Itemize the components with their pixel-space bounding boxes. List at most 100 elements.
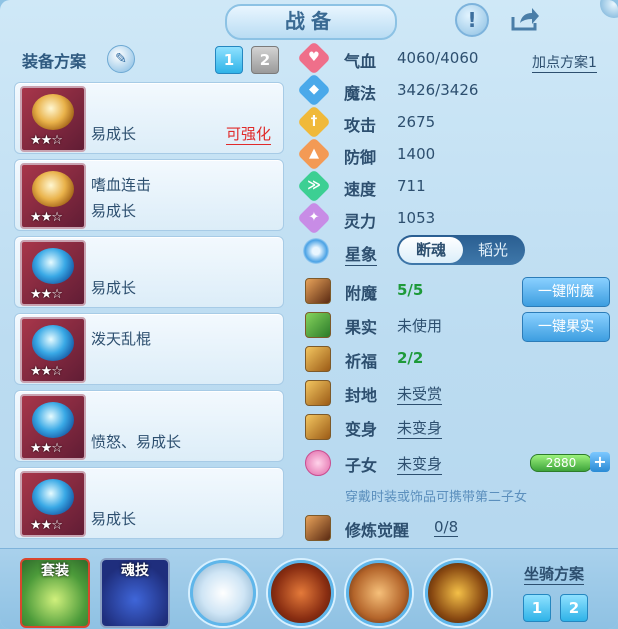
attack-icon: † [297,105,331,139]
row-value[interactable]: 0/8 [434,518,459,537]
stat-value: 1400 [397,145,436,163]
page-title: 战备 [285,9,337,33]
mount-plan-2-button[interactable]: 2 [560,594,588,622]
equip-plan-2-button[interactable]: 2 [251,46,279,74]
skill-fist-icon[interactable] [190,560,256,626]
star-seal-option-active[interactable]: 断魂 [399,237,463,263]
stat-label: 攻击 [344,116,377,135]
edit-icon[interactable]: ✎ [107,45,135,73]
star-rating: ★★☆ [30,210,63,225]
info-button[interactable]: ! [455,3,489,37]
stat-label: 速度 [344,180,377,199]
corner-ornament [600,0,618,18]
one-click-fruit-button[interactable]: 一键果实 [522,312,610,342]
stat-value: 2675 [397,113,436,131]
weapon-icon: ★★☆ [20,86,86,152]
spirit-value: 2880 [530,454,592,472]
skill-warrior-icon[interactable] [268,560,334,626]
equip-slot[interactable]: ★★☆ 易成长 可强化 [14,82,284,154]
stat-row-speed: ≫ 速度 711 [297,169,612,203]
row-value[interactable]: 未受赏 [397,383,443,405]
equip-slot[interactable]: ★★☆ 愤怒、易成长 [14,390,284,462]
transform-icon [305,414,331,440]
helmet-icon: ★★☆ [20,163,86,229]
star-seal-toggle[interactable]: 断魂 韬光 [397,235,525,265]
defense-icon: ▲ [297,137,331,171]
soul-skill-label: 魂技 [121,563,149,579]
equip-name: 嗜血连击 [91,176,152,194]
stat-value: 1053 [397,209,436,227]
plus-icon[interactable]: + [590,452,610,472]
stat-value: 3426/3426 [397,81,479,99]
equip-name: 泼天乱棍 [91,330,152,348]
soul-skill-slot[interactable]: 魂技 [100,558,170,628]
mount-plan-1-button[interactable]: 1 [523,594,551,622]
child-hint: 穿戴时装或饰品可携带第二子女 [345,490,528,505]
speed-icon: ≫ [297,169,331,203]
row-label: 附魔 [345,284,378,303]
star-seal-icon [303,238,329,264]
heart-icon: ♥ [297,41,331,75]
row-value: 5/5 [397,281,424,299]
enchant-icon [305,278,331,304]
suit-label: 套装 [41,563,69,579]
stat-label: 灵力 [344,212,377,231]
stat-row-spirit: ✦ 灵力 1053 [297,201,612,235]
equip-trait: 易成长 [91,125,137,143]
row-value[interactable]: 未变身 [397,417,443,439]
share-button[interactable] [510,4,540,34]
equip-trait: 易成长 [91,510,137,528]
star-rating: ★★☆ [30,364,63,379]
row-label: 变身 [345,420,378,439]
suit-slot[interactable]: 套装 [20,558,90,628]
equip-slot[interactable]: ★★☆ 嗜血连击 易成长 [14,159,284,231]
cultivation-row: 修炼觉醒 0/8 [302,515,612,543]
stat-value: 711 [397,177,426,195]
row-label: 封地 [345,386,378,405]
equip-plan-1-button[interactable]: 1 [215,46,243,74]
fruit-icon [305,312,331,338]
share-icon [511,8,539,31]
armor-icon: ★★☆ [20,317,86,383]
stat-label: 气血 [344,52,377,71]
star-rating: ★★☆ [30,441,63,456]
star-rating: ★★☆ [30,133,63,148]
row-value: 2/2 [397,349,424,367]
star-rating: ★★☆ [30,518,63,533]
skill-kick-icon[interactable] [425,560,491,626]
stat-label: 防御 [344,148,377,167]
row-label: 修炼觉醒 [345,521,410,540]
row-label: 子女 [345,456,378,475]
stat-row-mp: ◆ 魔法 3426/3426 [297,73,612,107]
mount-plan-label: 坐骑方案 [524,565,585,585]
equip-slot[interactable]: ★★☆ 易成长 [14,236,284,308]
blessing-icon [305,346,331,372]
star-seal-label[interactable]: 星象 [345,241,378,266]
belt-icon: ★★☆ [20,394,86,460]
necklace-icon: ★★☆ [20,240,86,306]
star-seal-option-inactive[interactable]: 韬光 [463,237,523,263]
transform-row: 变身 未变身 [302,414,612,442]
equip-trait: 愤怒、易成长 [91,433,182,451]
one-click-enchant-button[interactable]: 一键附魔 [522,277,610,307]
row-value[interactable]: 未变身 [397,453,443,475]
equip-slot[interactable]: ★★☆ 泼天乱棍 [14,313,284,385]
spirit-power-icon: ✦ [297,201,331,235]
equip-trait: 易成长 [91,202,137,220]
child-spirit-bar: 2880 + [530,452,610,472]
stat-value: 4060/4060 [397,49,479,67]
stat-label: 魔法 [344,84,377,103]
exclamation-icon: ! [467,8,477,32]
blessing-row: 祈福 2/2 [302,346,612,374]
lotus-icon [305,450,331,476]
star-rating: ★★☆ [30,287,63,302]
battle-prep-panel: 战备 ! 装备方案 ✎ 1 2 ★★☆ 易成长 可强化 ★★☆ 嗜血连击 易成长… [0,0,618,629]
equip-slot[interactable]: ★★☆ 易成长 [14,467,284,539]
upgradable-tag[interactable]: 可强化 [225,123,271,145]
stat-row-defense: ▲ 防御 1400 [297,137,612,171]
skill-slash-icon[interactable] [346,560,412,626]
equip-trait: 易成长 [91,279,137,297]
title-bar: 战备 [225,4,397,40]
row-value: 未使用 [397,317,443,335]
boots-icon: ★★☆ [20,471,86,537]
